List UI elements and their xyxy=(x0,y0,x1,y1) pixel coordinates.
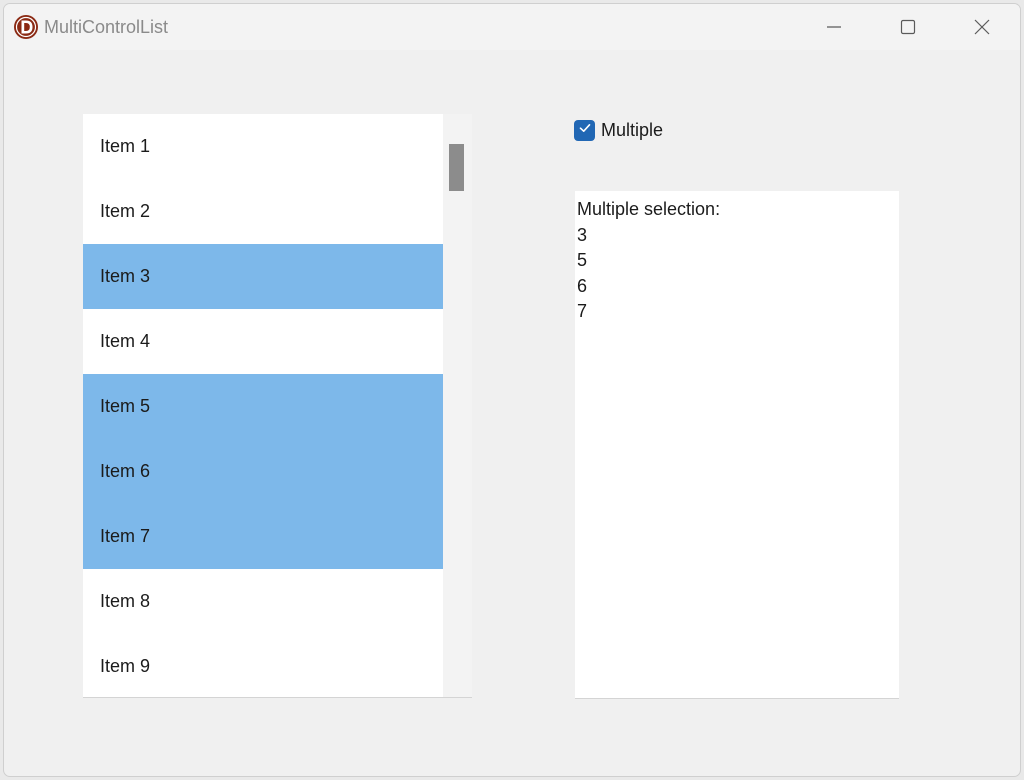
list-item[interactable]: Item 9 xyxy=(83,634,443,697)
scrollbar-thumb[interactable] xyxy=(449,144,464,191)
selection-output-textbox[interactable]: Multiple selection: 3 5 6 7 xyxy=(575,191,899,699)
checkmark-icon xyxy=(578,121,592,140)
list-item-label: Item 3 xyxy=(100,266,151,286)
d-logo-icon xyxy=(13,14,39,40)
list-item-label: Item 7 xyxy=(100,526,151,546)
output-line: Multiple selection: xyxy=(577,199,721,219)
list-item[interactable]: Item 8 xyxy=(83,569,443,634)
list-item[interactable]: Item 3 xyxy=(83,244,443,309)
list-item[interactable]: Item 5 xyxy=(83,374,443,439)
output-line: 7 xyxy=(577,301,588,321)
close-button[interactable] xyxy=(945,4,1019,50)
minimize-button[interactable] xyxy=(797,4,871,50)
items-listbox[interactable]: Item 1 Item 2 Item 3 Item 4 Item 5 Item … xyxy=(83,114,472,698)
list-item[interactable]: Item 2 xyxy=(83,179,443,244)
maximize-icon xyxy=(900,19,916,35)
list-item-label: Item 6 xyxy=(100,461,151,481)
list-item-label: Item 9 xyxy=(100,656,151,676)
multiple-checkbox-label: Multiple xyxy=(601,120,664,140)
maximize-button[interactable] xyxy=(871,4,945,50)
list-item-label: Item 5 xyxy=(100,396,151,416)
list-item-label: Item 4 xyxy=(100,331,151,351)
list-item[interactable]: Item 7 xyxy=(83,504,443,569)
window-title: MultiControlList xyxy=(44,17,169,37)
output-line: 6 xyxy=(577,275,588,296)
list-item-label: Item 1 xyxy=(100,136,151,156)
list-scrollbar[interactable] xyxy=(443,114,472,697)
list-item-label: Item 2 xyxy=(100,201,151,221)
list-item[interactable]: Item 6 xyxy=(83,439,443,504)
multiple-checkbox-row[interactable]: Multiple xyxy=(574,118,663,142)
list-item-label: Item 8 xyxy=(100,591,151,611)
app-window: MultiControlList Item 1 Item 2 Item 3 It… xyxy=(3,3,1021,777)
minimize-icon xyxy=(826,19,842,35)
multiple-checkbox[interactable] xyxy=(574,119,595,141)
output-line: 5 xyxy=(577,250,588,270)
title-bar[interactable]: MultiControlList xyxy=(4,4,1020,50)
list-item[interactable]: Item 1 xyxy=(83,114,443,179)
output-line: 3 xyxy=(577,224,588,245)
close-icon xyxy=(974,19,990,35)
list-item[interactable]: Item 4 xyxy=(83,309,443,374)
